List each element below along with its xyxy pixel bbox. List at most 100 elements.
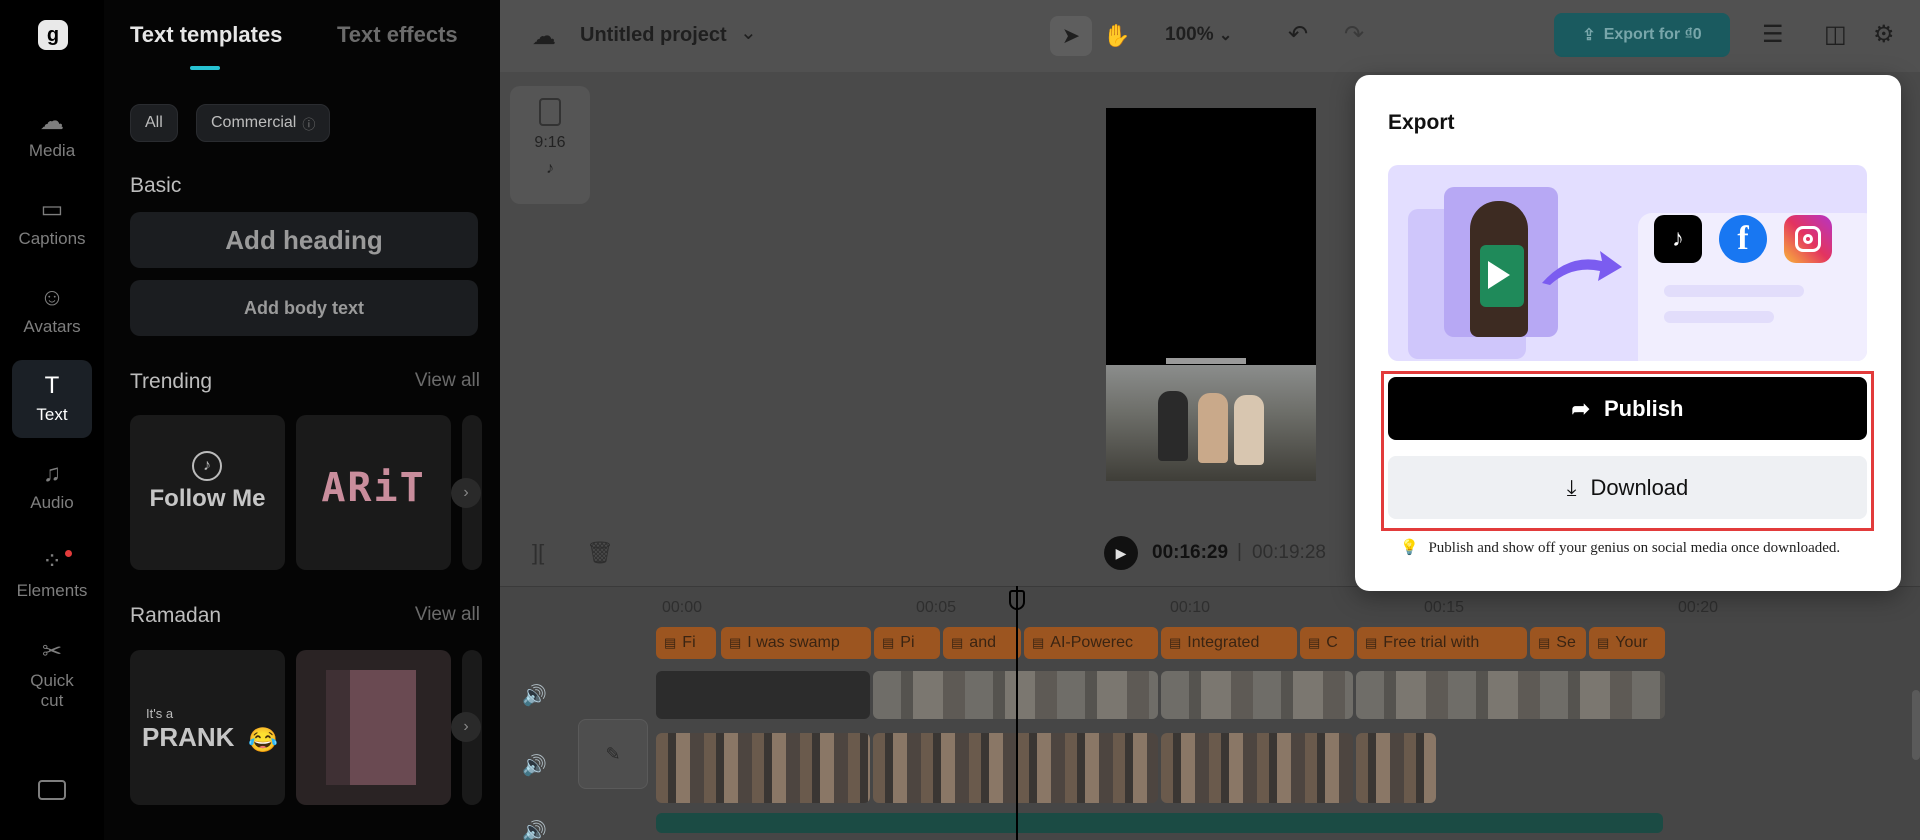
video-clip[interactable]	[1161, 733, 1353, 803]
template-card-room[interactable]	[296, 650, 451, 805]
audio-clip[interactable]	[656, 813, 1663, 833]
template-card-text: Follow Me	[149, 485, 266, 512]
tab-text-templates[interactable]: Text templates	[130, 22, 282, 48]
music-note-icon: ♫	[43, 460, 61, 487]
template-card-text: ARiT	[321, 465, 426, 511]
playhead[interactable]	[1016, 586, 1018, 840]
layers-icon[interactable]: ☰	[1762, 20, 1784, 49]
text-clip-icon: ▤	[1308, 635, 1321, 650]
chevron-right-icon[interactable]: ›	[451, 478, 481, 508]
add-body-text-button[interactable]: Add body text	[130, 280, 478, 336]
project-title[interactable]: Untitled project	[580, 24, 727, 47]
rail-item-quick-cut[interactable]: ✂ Quick cut	[12, 630, 92, 720]
rail-item-label: Media	[28, 141, 76, 160]
text-clip-label: AI-Powerec	[1050, 634, 1133, 651]
section-title-trending: Trending	[130, 370, 213, 393]
room-thumbnail-wall	[326, 670, 350, 785]
play-button[interactable]: ▶	[1104, 536, 1138, 570]
video-clip[interactable]	[1356, 733, 1436, 803]
cloud-sync-icon[interactable]: ☁	[532, 22, 556, 51]
text-clip-icon: ▤	[1538, 635, 1551, 650]
trending-view-all-link[interactable]: View all	[415, 370, 480, 392]
text-clip-label: Pi	[900, 634, 915, 651]
timeline-scrollbar[interactable]	[1912, 690, 1920, 760]
chevron-down-icon[interactable]: ⌄	[740, 20, 757, 45]
hand-icon: ✋	[1103, 23, 1131, 48]
redo-icon[interactable]: ↷	[1344, 20, 1364, 49]
preview-video-frame	[1106, 365, 1316, 481]
panel-toggle-icon[interactable]: ◫	[1824, 20, 1847, 49]
total-duration: 00:19:28	[1252, 542, 1326, 563]
publish-button[interactable]: ➦ Publish	[1388, 377, 1867, 440]
export-upload-icon: ⇪	[1582, 27, 1596, 44]
aspect-ratio-label: 9:16	[534, 134, 566, 151]
notification-dot	[65, 550, 72, 557]
edit-cover-button[interactable]: ✎	[578, 719, 648, 789]
share-arrow-icon	[1542, 251, 1622, 285]
tiktok-icon: ♪	[1654, 215, 1702, 263]
active-tab-indicator	[190, 66, 220, 70]
text-clip[interactable]: ▤ Pi	[874, 627, 940, 659]
chip-label: Commercial	[211, 114, 297, 131]
rail-item-elements[interactable]: ⁘ Elements	[12, 536, 92, 614]
tab-text-effects[interactable]: Text effects	[337, 22, 458, 48]
text-clip-icon: ▤	[1169, 635, 1182, 650]
hand-tool-button[interactable]: ✋	[1096, 16, 1138, 56]
text-clip[interactable]: ▤ Integrated	[1161, 627, 1297, 659]
text-clip[interactable]: ▤ C	[1300, 627, 1354, 659]
ruler-tick-label: 00:15	[1424, 599, 1465, 616]
speaker-icon[interactable]: 🔊	[522, 819, 547, 840]
video-clip[interactable]	[1356, 671, 1665, 719]
template-card-text: PRANK	[142, 722, 235, 752]
phone-portrait-icon	[539, 98, 561, 126]
app-logo-icon[interactable]: g	[38, 20, 68, 50]
video-preview-canvas[interactable]	[1106, 108, 1316, 481]
text-clip[interactable]: ▤ Fi	[656, 627, 716, 659]
rail-item-avatars[interactable]: ☺ Avatars	[12, 272, 92, 350]
zoom-level-select[interactable]: 100% ⌄	[1165, 24, 1232, 46]
text-clip[interactable]: ▤ Free trial with	[1357, 627, 1527, 659]
text-clip[interactable]: ▤ Your	[1589, 627, 1665, 659]
video-clip[interactable]	[656, 671, 870, 719]
template-card-arit[interactable]: ARiT	[296, 415, 451, 570]
text-clip-label: C	[1326, 634, 1338, 651]
video-clip[interactable]	[1161, 671, 1353, 719]
add-heading-button[interactable]: Add heading	[130, 212, 478, 268]
keyboard-shortcuts-icon[interactable]	[38, 780, 66, 800]
download-button[interactable]: ⤓ Download	[1388, 456, 1867, 519]
delete-trash-icon[interactable]: 🗑	[586, 540, 614, 566]
text-clip[interactable]: ▤ AI-Powerec	[1024, 627, 1158, 659]
split-icon[interactable]: ][	[532, 540, 544, 566]
text-clip-icon: ▤	[729, 635, 742, 650]
undo-icon[interactable]: ↶	[1288, 20, 1308, 49]
ramadan-view-all-link[interactable]: View all	[415, 604, 480, 626]
timeline[interactable]: 00:00 00:05 00:10 00:15 00:20 ▤ Fi ▤ I was…	[500, 586, 1920, 840]
select-tool-button[interactable]: ➤	[1050, 16, 1092, 56]
template-card-follow-me[interactable]: ♪ Follow Me	[130, 415, 285, 570]
rail-item-captions[interactable]: ▭ Captions	[12, 184, 92, 262]
filter-chip-all[interactable]: All	[130, 104, 178, 142]
text-clip[interactable]: ▤ and	[943, 627, 1021, 659]
rail-item-audio[interactable]: ♫ Audio	[12, 448, 92, 526]
chevron-right-icon[interactable]: ›	[451, 712, 481, 742]
speaker-icon[interactable]: 🔊	[522, 753, 547, 778]
laughing-emoji-icon: 😂	[248, 727, 278, 754]
text-clip-label: Fi	[682, 634, 696, 651]
playhead-handle[interactable]	[1009, 590, 1025, 610]
template-card-prank[interactable]: It's a PRANK 😂	[130, 650, 285, 805]
rail-item-media[interactable]: ☁ Media	[12, 96, 92, 174]
rail-item-text[interactable]: T Text	[12, 360, 92, 438]
export-button[interactable]: ⇪ Export for ₫0	[1554, 13, 1730, 57]
text-clip[interactable]: ▤ I was swamp	[721, 627, 871, 659]
text-clip[interactable]: ▤ Se	[1530, 627, 1586, 659]
aspect-ratio-selector[interactable]: 9:16 ♪	[510, 86, 590, 204]
ruler-tick-label: 00:05	[916, 599, 957, 616]
video-clip[interactable]	[656, 733, 870, 803]
rail-item-label: Audio	[30, 493, 74, 512]
rail-item-label: Captions	[18, 229, 86, 248]
settings-gear-icon[interactable]: ⚙	[1873, 20, 1895, 49]
left-rail: g ☁ Media ▭ Captions ☺ Avatars T Text ♫ …	[0, 0, 104, 840]
time-separator: |	[1237, 541, 1242, 562]
speaker-icon[interactable]: 🔊	[522, 683, 547, 708]
filter-chip-commercial[interactable]: Commercial ⓘ	[196, 104, 331, 142]
